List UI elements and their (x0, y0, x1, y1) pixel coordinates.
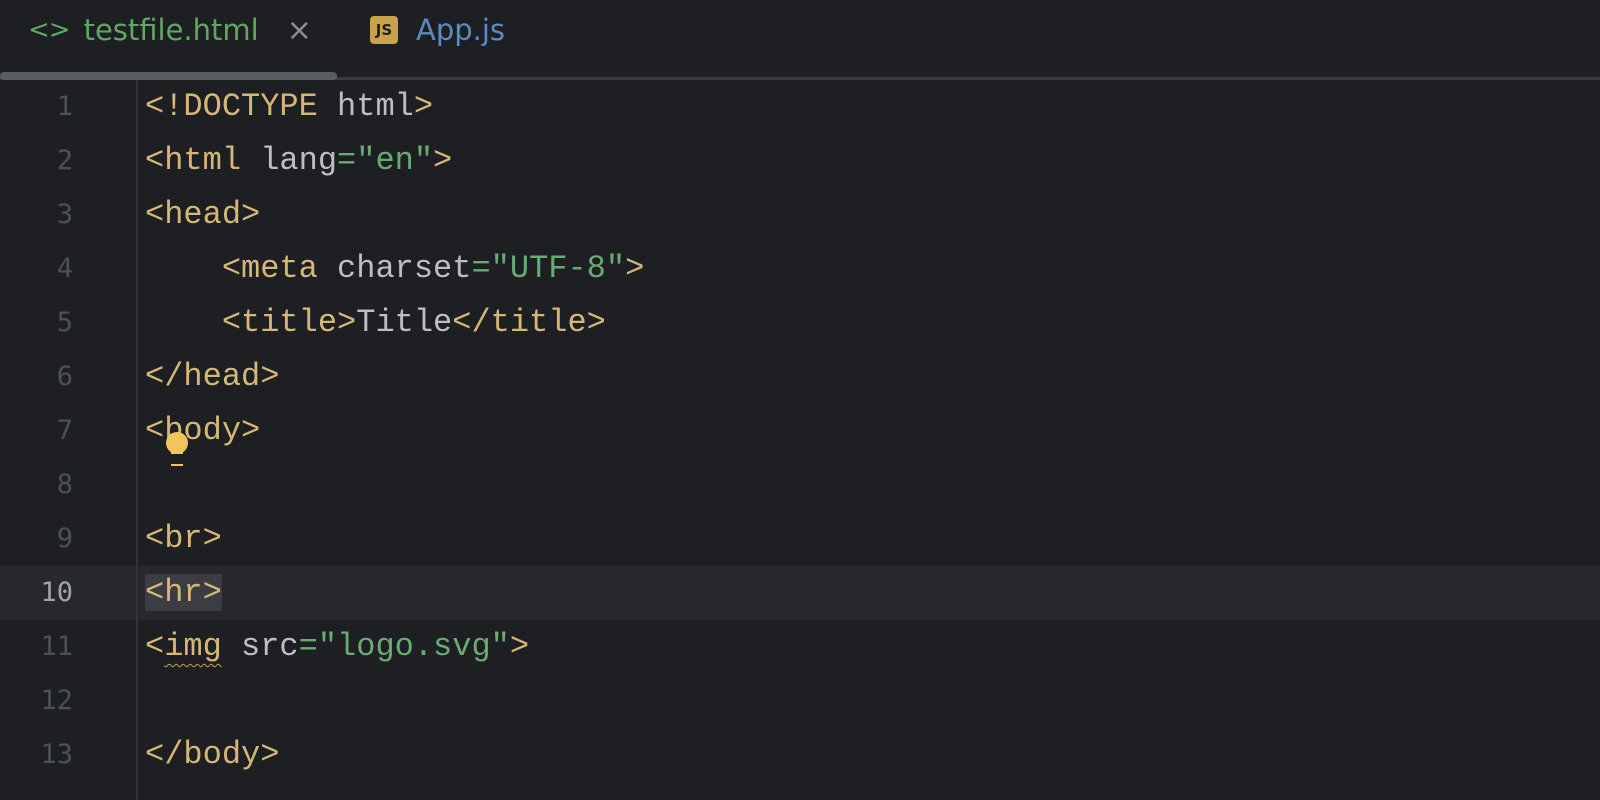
line-number: 2 (56, 145, 73, 176)
line-number: 7 (56, 415, 73, 446)
line-code: <hr> (145, 566, 222, 620)
js-file-icon: JS (370, 16, 398, 44)
code-line[interactable]: 2 <html lang="en"> (0, 134, 1600, 188)
code-token: </title> (452, 304, 606, 341)
code-line[interactable]: 12 (0, 674, 1600, 728)
code-line[interactable]: 1 <!DOCTYPE html> (0, 80, 1600, 134)
tab-label: testfile.html (83, 13, 259, 47)
code-token: > (413, 88, 434, 125)
code-line[interactable]: 6 </head> (0, 350, 1600, 404)
line-number: 3 (56, 199, 73, 230)
line-number: 9 (56, 523, 73, 554)
code-token: </body> (145, 736, 280, 773)
code-token: ="logo.svg" (298, 628, 510, 665)
code-token: lang (260, 142, 338, 179)
code-line[interactable]: 5 <title>Title</title> (0, 296, 1600, 350)
line-code: </body> (145, 728, 279, 782)
code-token: > (509, 628, 530, 665)
line-code: </head> (145, 350, 279, 404)
code-line[interactable]: 4 <meta charset="UTF-8"> (0, 242, 1600, 296)
line-code: <title>Title</title> (145, 296, 606, 350)
code-token: <html (145, 142, 261, 179)
line-number: 1 (56, 91, 73, 122)
tab-label: App.js (416, 13, 506, 47)
lightbulb-base (171, 452, 183, 466)
editor-tab-bar: <> testfile.html × JS App.js (0, 0, 1600, 80)
code-token: <head> (145, 196, 261, 233)
close-tab-icon[interactable]: × (287, 13, 312, 48)
code-line[interactable]: 7 <body> (0, 404, 1600, 458)
line-code: <body> (145, 404, 260, 458)
code-token: Title (356, 304, 453, 341)
line-code: <br> (145, 512, 222, 566)
code-token: <!DOCTYPE (145, 88, 338, 125)
code-line[interactable]: 9 <br> (0, 512, 1600, 566)
line-code: <img src="logo.svg"> (145, 620, 529, 674)
code-token: html (337, 88, 414, 125)
gutter-divider (136, 80, 138, 800)
line-number: 11 (40, 631, 73, 662)
code-line[interactable]: 3 <head> (0, 188, 1600, 242)
line-number: 4 (56, 253, 73, 284)
code-line[interactable]: 13 </body> (0, 728, 1600, 782)
code-token: <meta (221, 250, 338, 287)
html-file-icon: <> (28, 15, 71, 45)
code-token: > (433, 142, 453, 179)
line-number: 5 (56, 307, 73, 338)
line-number: 12 (40, 685, 73, 716)
code-token: ="UTF-8" (471, 250, 626, 287)
line-number: 10 (40, 577, 73, 608)
line-number: 13 (40, 739, 73, 770)
code-line[interactable]: 8 (0, 458, 1600, 512)
line-code: <head> (145, 188, 260, 242)
code-line[interactable]: 11 <img src="logo.svg"> (0, 620, 1600, 674)
code-token: > (625, 250, 645, 287)
code-token: src (221, 628, 299, 665)
line-code: <!DOCTYPE html> (145, 80, 433, 134)
code-token: <body> (145, 412, 261, 449)
line-code: <meta charset="UTF-8"> (145, 242, 644, 296)
tab-app-js[interactable]: JS App.js (370, 8, 505, 52)
lightbulb-intention-icon[interactable] (166, 432, 188, 454)
code-token: < (145, 628, 165, 665)
code-token: ="en" (337, 142, 434, 179)
code-token: <hr> (145, 574, 222, 611)
code-token: <br> (145, 520, 222, 557)
code-token: charset (337, 250, 472, 287)
line-number: 6 (56, 361, 73, 392)
code-token: </head> (145, 358, 280, 395)
line-code: <html lang="en"> (145, 134, 452, 188)
code-line[interactable]: 10 <hr> (0, 566, 1600, 620)
line-number: 8 (56, 469, 73, 500)
code-editor[interactable]: 1 <!DOCTYPE html> 2 <html lang="en"> 3 <head>… (0, 80, 1600, 800)
code-token: <title> (221, 304, 357, 341)
tab-testfile-html[interactable]: <> testfile.html × (28, 8, 312, 52)
code-token: img (164, 628, 222, 665)
tab-scrollbar-thumb[interactable] (0, 72, 337, 80)
